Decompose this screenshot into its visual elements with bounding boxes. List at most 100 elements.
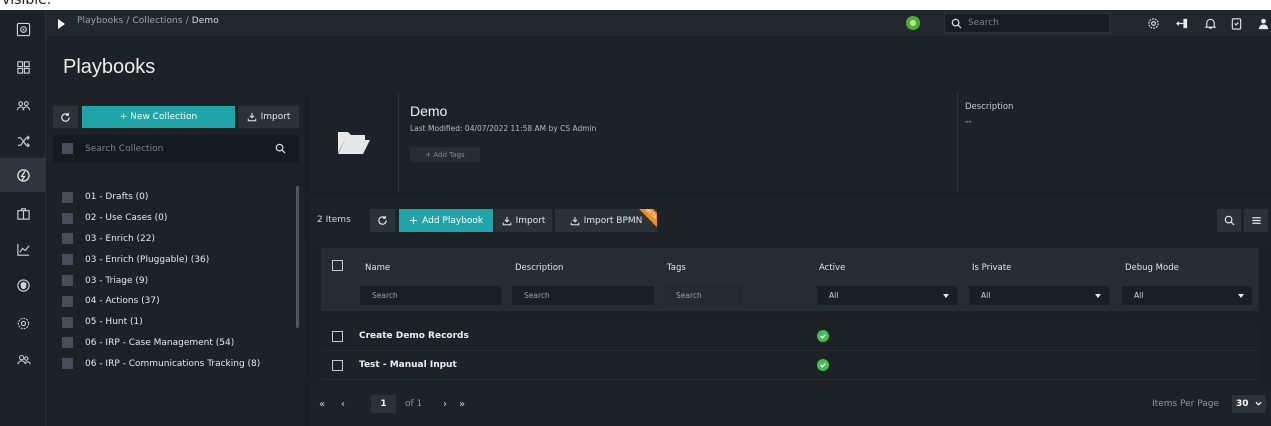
refresh-icon [61, 112, 70, 122]
collection-checkbox[interactable] [62, 233, 73, 245]
refresh-collections-button[interactable] [53, 106, 78, 128]
row-checkbox[interactable] [332, 360, 343, 371]
import-bpmn-button[interactable]: Import BPMN BETA [555, 209, 657, 232]
collection-item-label: 06 - IRP - Case Management (54) [85, 337, 235, 348]
top-search-input[interactable] [968, 18, 1098, 28]
collection-item-label: 03 - Enrich (22) [85, 233, 156, 244]
prev-page-button[interactable]: ‹ [341, 399, 345, 410]
import-playbook-button[interactable]: Import [495, 209, 552, 232]
title-bar: Playbooks [46, 36, 1271, 92]
connector-icon[interactable] [1174, 15, 1190, 31]
play-icon[interactable] [54, 16, 68, 30]
users-icon[interactable] [0, 342, 46, 376]
first-page-button[interactable]: « [319, 399, 325, 410]
column-header-tags[interactable]: Tags [667, 263, 686, 273]
collection-item-label: 04 - Actions (37) [85, 296, 160, 307]
user-icon[interactable] [1255, 15, 1271, 31]
collection-item-label: 03 - Enrich (Pluggable) (36) [85, 254, 210, 265]
refresh-grid-button[interactable] [370, 209, 395, 232]
name-filter-input[interactable] [360, 286, 501, 305]
grid-icon[interactable] [0, 50, 46, 84]
description-filter-input[interactable] [512, 286, 654, 305]
collection-checkbox[interactable] [62, 337, 73, 349]
table-row[interactable]: Create Demo Records [321, 322, 1259, 351]
collection-checkbox[interactable] [62, 316, 73, 328]
import-collection-button[interactable]: Import [238, 106, 299, 128]
collection-item[interactable]: 06 - IRP - Case Management (54) [53, 333, 289, 354]
select-all-rows-checkbox[interactable] [332, 260, 343, 271]
column-header-active[interactable]: Active [819, 263, 845, 273]
caret-down-icon [1095, 294, 1101, 298]
import-icon [570, 216, 579, 225]
collection-item[interactable]: 03 - Triage (9) [53, 270, 289, 291]
select-all-collections-checkbox[interactable] [62, 143, 73, 154]
collection-item[interactable]: 03 - Enrich (Pluggable) (36) [53, 249, 289, 270]
status-dot-icon[interactable] [906, 16, 920, 30]
breadcrumb-path[interactable]: Playbooks / Collections / [77, 16, 192, 26]
collection-item[interactable]: 03 - Enrich (22) [53, 229, 289, 250]
collection-scrollbar[interactable] [296, 186, 299, 328]
column-header-name[interactable]: Name [365, 263, 390, 273]
collection-checkbox[interactable] [62, 212, 73, 224]
collection-checkbox[interactable] [62, 254, 73, 266]
tags-filter-input[interactable] [664, 286, 743, 305]
collection-checkbox[interactable] [62, 358, 73, 370]
playbook-name[interactable]: Test - Manual Input [359, 360, 457, 370]
column-header-debug-mode[interactable]: Debug Mode [1125, 263, 1179, 273]
playbook-name[interactable]: Create Demo Records [359, 331, 469, 341]
items-per-page-select[interactable]: 30 [1232, 395, 1266, 413]
collection-item-label: 01 - Drafts (0) [85, 192, 149, 203]
top-strip-text: visible. [2, 0, 52, 8]
top-search[interactable] [944, 13, 1110, 33]
collection-item[interactable]: 01 - Drafts (0) [53, 187, 289, 208]
new-collection-button[interactable]: + New Collection [82, 106, 235, 128]
folder-icon [309, 92, 399, 192]
grid-search-button[interactable] [1217, 209, 1241, 232]
collection-item[interactable]: 06 - IRP - Communications Tracking (8) [53, 353, 289, 374]
clipboard-icon[interactable] [1228, 15, 1244, 31]
column-header-description[interactable]: Description [515, 263, 563, 273]
collection-checkbox[interactable] [62, 275, 73, 287]
app-window: Playbooks / Collections / Demo Playbooks [0, 10, 1271, 426]
search-icon [945, 14, 962, 33]
row-checkbox[interactable] [332, 331, 343, 342]
collection-item-label: 05 - Hunt (1) [85, 317, 143, 328]
add-playbook-label: Add Playbook [422, 215, 484, 226]
settings-icon[interactable] [1145, 15, 1161, 31]
last-page-button[interactable]: » [459, 399, 465, 410]
grid-header: Name Description Tags Active Is Private … [321, 248, 1259, 311]
dashboard-icon[interactable] [0, 12, 46, 46]
add-tags-button[interactable]: + Add Tags [410, 147, 480, 162]
active-filter-select[interactable]: All [817, 286, 957, 305]
collection-item[interactable]: 04 - Actions (37) [53, 291, 289, 312]
briefcase-icon[interactable] [0, 196, 46, 230]
column-header-is-private[interactable]: Is Private [972, 263, 1011, 273]
description-value[interactable]: -- [965, 117, 972, 127]
private-filter-value: All [981, 291, 991, 300]
collection-search-input[interactable] [85, 143, 275, 154]
current-page[interactable]: 1 [371, 395, 396, 413]
page-title: Playbooks [63, 56, 156, 78]
collection-checkbox[interactable] [62, 295, 73, 307]
collection-item[interactable]: 05 - Hunt (1) [53, 312, 289, 333]
add-playbook-button[interactable]: + Add Playbook [399, 209, 493, 232]
people-icon[interactable] [0, 88, 46, 122]
collection-item[interactable]: 02 - Use Cases (0) [53, 208, 289, 229]
description-box: Description -- [957, 92, 1271, 192]
chart-icon[interactable] [0, 232, 46, 266]
private-filter-select[interactable]: All [969, 286, 1109, 305]
bell-icon[interactable] [1202, 15, 1218, 31]
collection-checkbox[interactable] [62, 191, 73, 203]
collection-search[interactable] [53, 135, 299, 162]
shuffle-icon[interactable] [0, 124, 46, 158]
grid-menu-button[interactable] [1244, 209, 1268, 232]
playbook-icon[interactable] [0, 158, 46, 192]
next-page-button[interactable]: › [443, 399, 447, 410]
table-row[interactable]: Test - Manual Input [321, 351, 1259, 380]
debug-filter-select[interactable]: All [1122, 286, 1252, 305]
shield-icon[interactable] [0, 268, 46, 302]
search-icon[interactable] [275, 139, 294, 158]
last-modified: Last Modified: 04/07/2022 11:58 AM by CS… [410, 124, 597, 133]
gear-icon[interactable] [0, 306, 46, 340]
collection-detail-header: Demo Last Modified: 04/07/2022 11:58 AM … [309, 92, 1271, 192]
